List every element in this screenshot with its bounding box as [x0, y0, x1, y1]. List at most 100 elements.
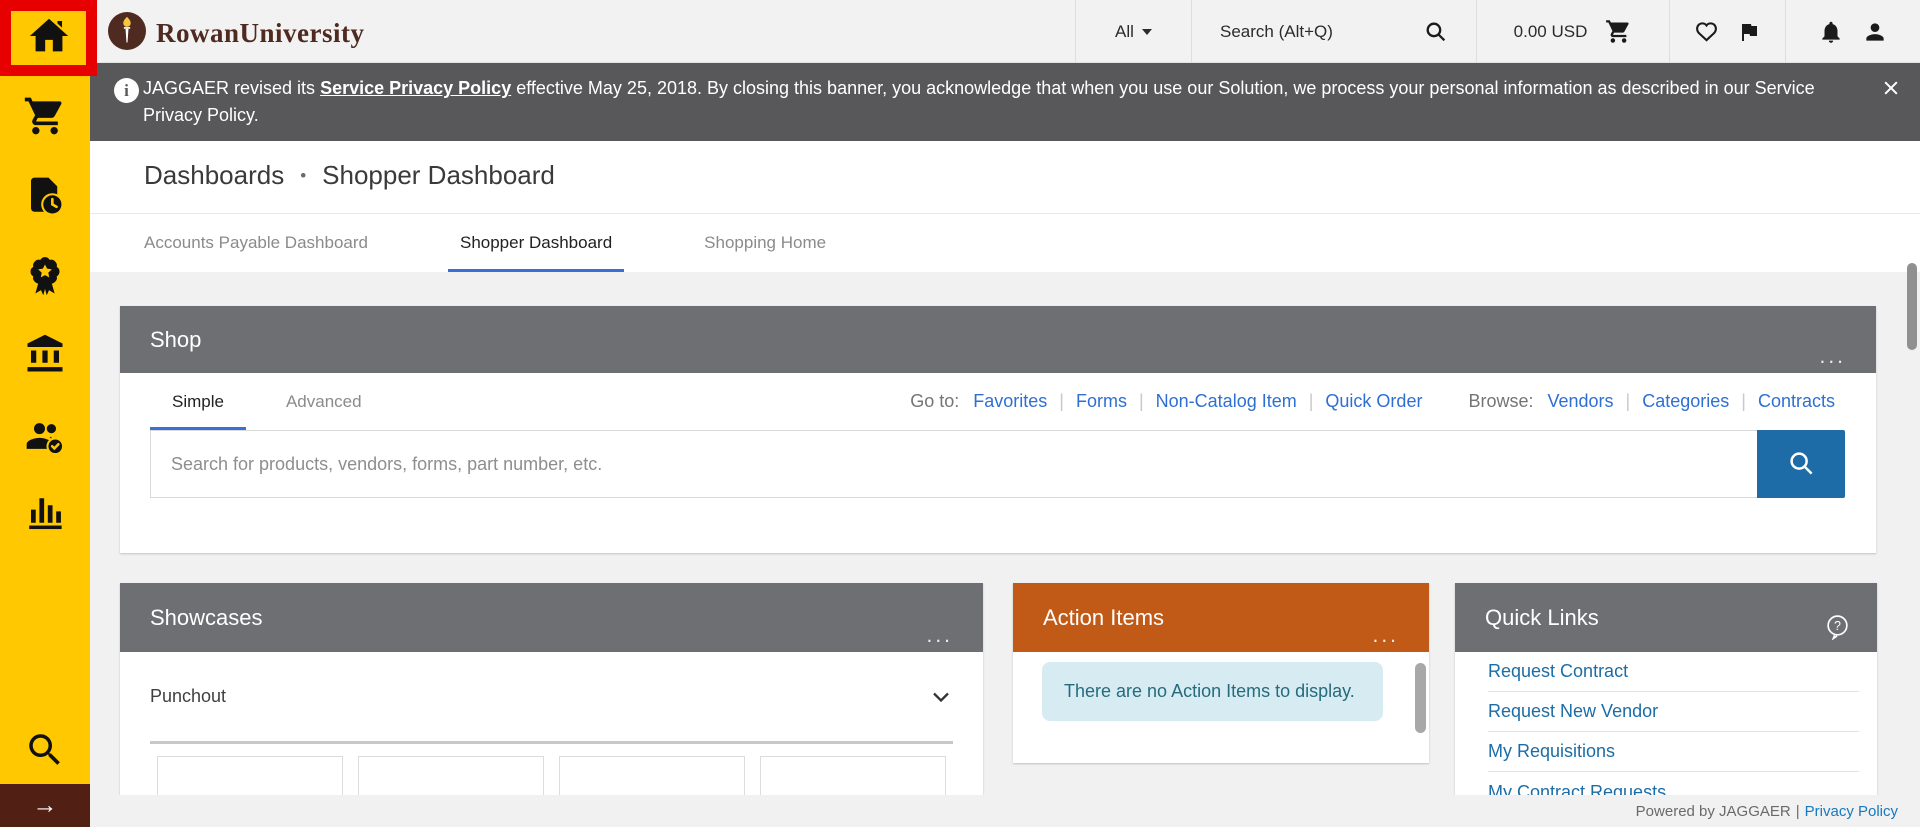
showcase-group-punchout[interactable]: Punchout	[120, 652, 983, 741]
shop-panel-menu-button[interactable]: ...	[1819, 345, 1846, 369]
sidebar-item-search[interactable]	[0, 722, 90, 782]
link-non-catalog-item[interactable]: Non-Catalog Item	[1156, 391, 1297, 412]
breadcrumb: Dashboards • Shopper Dashboard	[144, 160, 555, 191]
reporting-bar-chart-icon	[24, 493, 66, 540]
page-title: Shopper Dashboard	[322, 160, 555, 191]
help-icon[interactable]: ?	[1824, 613, 1851, 640]
shopping-cart-icon	[23, 94, 67, 143]
goto-label: Go to:	[910, 391, 959, 412]
banner-close-button[interactable]	[1878, 77, 1904, 103]
sidebar-item-accounts-payable[interactable]	[0, 326, 90, 386]
quick-links-panel-title: Quick Links	[1485, 605, 1599, 631]
action-items-panel-header: Action Items ...	[1013, 583, 1429, 652]
action-items-scrollbar[interactable]	[1415, 663, 1426, 733]
privacy-policy-link[interactable]: Privacy Policy	[1805, 803, 1898, 820]
shop-panel-header: Shop ...	[120, 306, 1876, 373]
scope-select[interactable]: All	[1075, 0, 1191, 63]
link-contracts[interactable]: Contracts	[1758, 391, 1835, 412]
showcases-panel-header: Showcases ...	[120, 583, 983, 652]
breadcrumb-section: Dashboards	[144, 160, 284, 191]
info-icon	[114, 78, 139, 103]
shop-panel-title: Shop	[150, 327, 201, 353]
shopping-cart-icon	[1605, 18, 1632, 45]
sidebar-expand-button[interactable]: →	[0, 784, 90, 827]
showcase-divider	[150, 741, 953, 744]
home-button-highlight[interactable]	[0, 0, 97, 76]
link-favorites[interactable]: Favorites	[973, 391, 1047, 412]
powered-by-text: Powered by JAGGAER	[1636, 803, 1791, 820]
banner-message: JAGGAER revised its Service Privacy Poli…	[143, 75, 1830, 129]
left-nav-sidebar: →	[0, 0, 90, 827]
tab-accounts-payable-dashboard[interactable]: Accounts Payable Dashboard	[144, 214, 368, 272]
product-search-input[interactable]	[150, 430, 1757, 498]
favorites-flags-section	[1669, 0, 1785, 63]
torch-logo-icon	[108, 12, 146, 55]
dashboard-body: Shop ... Simple Advanced Go to: Favorite…	[90, 272, 1920, 827]
footer-separator: |	[1796, 803, 1800, 820]
showcases-panel-title: Showcases	[150, 605, 263, 631]
flag-icon[interactable]	[1737, 20, 1761, 44]
chevron-down-icon	[927, 683, 955, 711]
action-items-panel-menu-button[interactable]: ...	[1372, 624, 1399, 648]
accounts-payable-bank-icon	[24, 333, 66, 380]
shop-quick-nav: Go to: Favorites| Forms| Non-Catalog Ite…	[910, 373, 1835, 430]
shop-panel: Shop ... Simple Advanced Go to: Favorite…	[120, 306, 1876, 553]
close-icon	[1881, 78, 1901, 103]
main-content: Dashboards • Shopper Dashboard Accounts …	[90, 141, 1920, 827]
shopper-dashboard-app: → RowanUniversity All Search (Alt+Q)	[0, 0, 1920, 827]
notifications-user-section	[1785, 0, 1920, 63]
shop-tabs-row: Simple Advanced Go to: Favorites| Forms|…	[120, 373, 1876, 430]
browse-label: Browse:	[1468, 391, 1533, 412]
tab-shopper-dashboard[interactable]: Shopper Dashboard	[460, 214, 612, 272]
dashboard-tabs: Accounts Payable Dashboard Shopper Dashb…	[90, 213, 1920, 272]
breadcrumb-separator: •	[300, 166, 306, 186]
quick-links-panel: Quick Links ? Request Contract Request N…	[1455, 583, 1877, 815]
quick-link-request-new-vendor[interactable]: Request New Vendor	[1488, 692, 1859, 732]
link-quick-order[interactable]: Quick Order	[1325, 391, 1422, 412]
footer: Powered by JAGGAER | Privacy Policy	[90, 795, 1920, 827]
quick-link-request-contract[interactable]: Request Contract	[1488, 652, 1859, 692]
top-bar: RowanUniversity All Search (Alt+Q) 0.00 …	[90, 0, 1920, 63]
bell-icon[interactable]	[1818, 19, 1844, 45]
link-categories[interactable]: Categories	[1642, 391, 1729, 412]
top-bar-actions: All Search (Alt+Q) 0.00 USD	[1075, 0, 1920, 63]
action-items-empty-message: There are no Action Items to display.	[1042, 662, 1383, 721]
sidebar-item-shop[interactable]	[0, 88, 90, 148]
suppliers-people-check-icon	[23, 414, 67, 463]
service-privacy-policy-link[interactable]: Service Privacy Policy	[320, 78, 511, 98]
sidebar-item-contracts[interactable]	[0, 248, 90, 308]
tab-shopping-home[interactable]: Shopping Home	[704, 214, 826, 272]
product-search-button[interactable]	[1757, 430, 1845, 498]
cart-total: 0.00 USD	[1514, 22, 1588, 42]
link-vendors[interactable]: Vendors	[1547, 391, 1613, 412]
showcase-group-label: Punchout	[150, 686, 226, 707]
action-items-panel-title: Action Items	[1043, 605, 1164, 631]
user-icon[interactable]	[1862, 19, 1888, 45]
showcases-panel-menu-button[interactable]: ...	[926, 624, 953, 648]
product-search-row	[150, 430, 1845, 498]
svg-text:?: ?	[1834, 619, 1841, 633]
rowan-university-logo[interactable]: RowanUniversity	[108, 12, 365, 55]
banner-text-prefix: JAGGAER revised its	[143, 78, 315, 98]
sidebar-item-suppliers[interactable]	[0, 408, 90, 468]
sidebar-item-reporting[interactable]	[0, 486, 90, 546]
cart-summary[interactable]: 0.00 USD	[1476, 0, 1669, 63]
global-search[interactable]: Search (Alt+Q)	[1191, 0, 1476, 63]
scope-select-value: All	[1115, 22, 1134, 42]
showcases-panel: Showcases ... Punchout	[120, 583, 983, 827]
contracts-award-ribbon-icon	[24, 255, 66, 302]
quick-links-panel-header: Quick Links ?	[1455, 583, 1877, 652]
shop-tab-simple[interactable]: Simple	[150, 373, 246, 430]
logo-text: RowanUniversity	[156, 18, 365, 49]
quick-link-my-requisitions[interactable]: My Requisitions	[1488, 732, 1859, 772]
shop-tab-advanced[interactable]: Advanced	[264, 373, 384, 430]
global-search-label: Search (Alt+Q)	[1220, 22, 1333, 42]
sidebar-item-orders[interactable]	[0, 168, 90, 228]
heart-icon[interactable]	[1694, 19, 1719, 44]
search-icon	[24, 729, 66, 776]
home-icon	[26, 13, 72, 64]
privacy-policy-banner: JAGGAER revised its Service Privacy Poli…	[90, 63, 1920, 141]
link-forms[interactable]: Forms	[1076, 391, 1127, 412]
page-scrollbar-thumb[interactable]	[1907, 263, 1917, 350]
search-icon	[1786, 448, 1816, 481]
